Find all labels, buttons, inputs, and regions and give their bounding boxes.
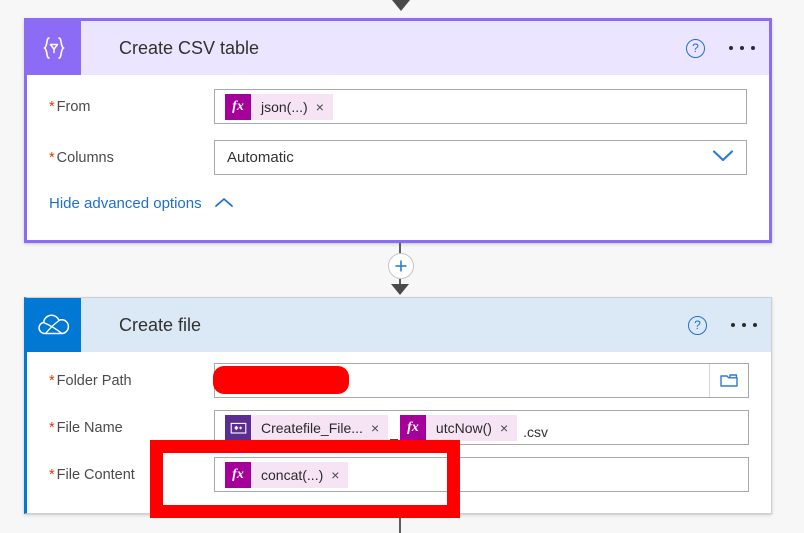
field-from[interactable]: fx json(...) × <box>214 89 747 124</box>
onedrive-cloud-icon <box>27 298 81 352</box>
card-body-create-file: * Folder Path * File Name Createfile_Fil… <box>27 363 771 492</box>
fx-icon: fx <box>399 414 426 441</box>
token-label: json(...) <box>261 98 308 115</box>
token-remove-icon[interactable]: × <box>500 420 517 436</box>
card-title: Create file <box>119 314 202 335</box>
chevron-up-icon <box>214 195 234 212</box>
fx-icon: fx <box>225 461 251 488</box>
more-options-icon[interactable] <box>731 323 757 327</box>
token-concat[interactable]: fx concat(...) × <box>225 461 349 488</box>
connector-arrow-top <box>392 0 410 11</box>
data-operations-icon <box>27 21 81 75</box>
more-options-icon[interactable] <box>729 46 755 50</box>
field-label-columns: * Columns <box>49 149 114 166</box>
dynamic-content-icon <box>225 414 251 441</box>
field-label-from: * From <box>49 98 91 115</box>
card-header-actions: ? <box>686 21 755 75</box>
field-label-file-name: * File Name <box>49 419 123 436</box>
toggle-advanced-options[interactable]: Hide advanced options <box>49 195 234 212</box>
field-file-name[interactable]: Createfile_File... × _ fx utcNow() × .cs… <box>214 410 749 445</box>
connector-line-upper <box>399 243 401 253</box>
file-name-extension: .csv <box>523 424 549 440</box>
token-label: concat(...) <box>261 466 324 483</box>
help-icon[interactable]: ? <box>688 315 707 335</box>
help-icon[interactable]: ? <box>686 38 705 58</box>
fx-icon: fx <box>225 93 251 120</box>
action-card-create-file[interactable]: Create file ? * Folder Path * File Name … <box>24 297 772 514</box>
field-label-folder-path: * Folder Path <box>49 372 132 389</box>
field-file-content[interactable]: fx concat(...) × <box>214 457 749 492</box>
form-row-columns: * Columns Automatic <box>49 140 747 175</box>
token-json[interactable]: fx json(...) × <box>225 93 333 120</box>
redaction-overlay-folder-path <box>213 366 349 394</box>
field-label-file-content: * File Content <box>49 466 135 483</box>
connector-arrow-middle <box>391 284 409 295</box>
card-title: Create CSV table <box>119 37 260 58</box>
card-header-create-file[interactable]: Create file ? <box>27 298 771 352</box>
required-asterisk: * <box>49 419 55 436</box>
file-name-separator: _ <box>390 424 398 440</box>
field-columns-dropdown[interactable]: Automatic <box>214 140 747 175</box>
field-columns-value: Automatic <box>227 149 294 166</box>
form-row-folder-path: * Folder Path <box>49 363 749 398</box>
token-remove-icon[interactable]: × <box>331 467 348 483</box>
add-step-button[interactable] <box>388 253 414 279</box>
chevron-down-icon[interactable] <box>712 149 734 166</box>
card-header-create-csv-table[interactable]: Create CSV table ? <box>27 21 769 75</box>
connector-line-bottom <box>399 514 401 533</box>
card-body-create-csv-table: * From fx json(...) × * Columns Automatic <box>27 89 769 212</box>
token-createfile-file[interactable]: Createfile_File... × <box>225 414 389 441</box>
card-header-actions: ? <box>688 298 757 352</box>
token-utcnow[interactable]: fx utcNow() × <box>399 414 518 441</box>
token-remove-icon[interactable]: × <box>371 420 388 436</box>
token-label: Createfile_File... <box>261 419 363 436</box>
required-asterisk: * <box>49 149 55 166</box>
folder-picker-icon[interactable] <box>709 364 748 397</box>
form-row-file-content: * File Content fx concat(...) × <box>49 457 749 492</box>
token-remove-icon[interactable]: × <box>316 99 333 115</box>
required-asterisk: * <box>49 372 55 389</box>
token-label: utcNow() <box>435 419 492 436</box>
action-card-create-csv-table[interactable]: Create CSV table ? * From fx json(...) × … <box>24 18 772 243</box>
form-row-file-name: * File Name Createfile_File... × _ fx ut… <box>49 410 749 445</box>
required-asterisk: * <box>49 98 55 115</box>
advanced-options-label: Hide advanced options <box>49 195 202 212</box>
required-asterisk: * <box>49 466 55 483</box>
form-row-from: * From fx json(...) × <box>49 89 747 124</box>
